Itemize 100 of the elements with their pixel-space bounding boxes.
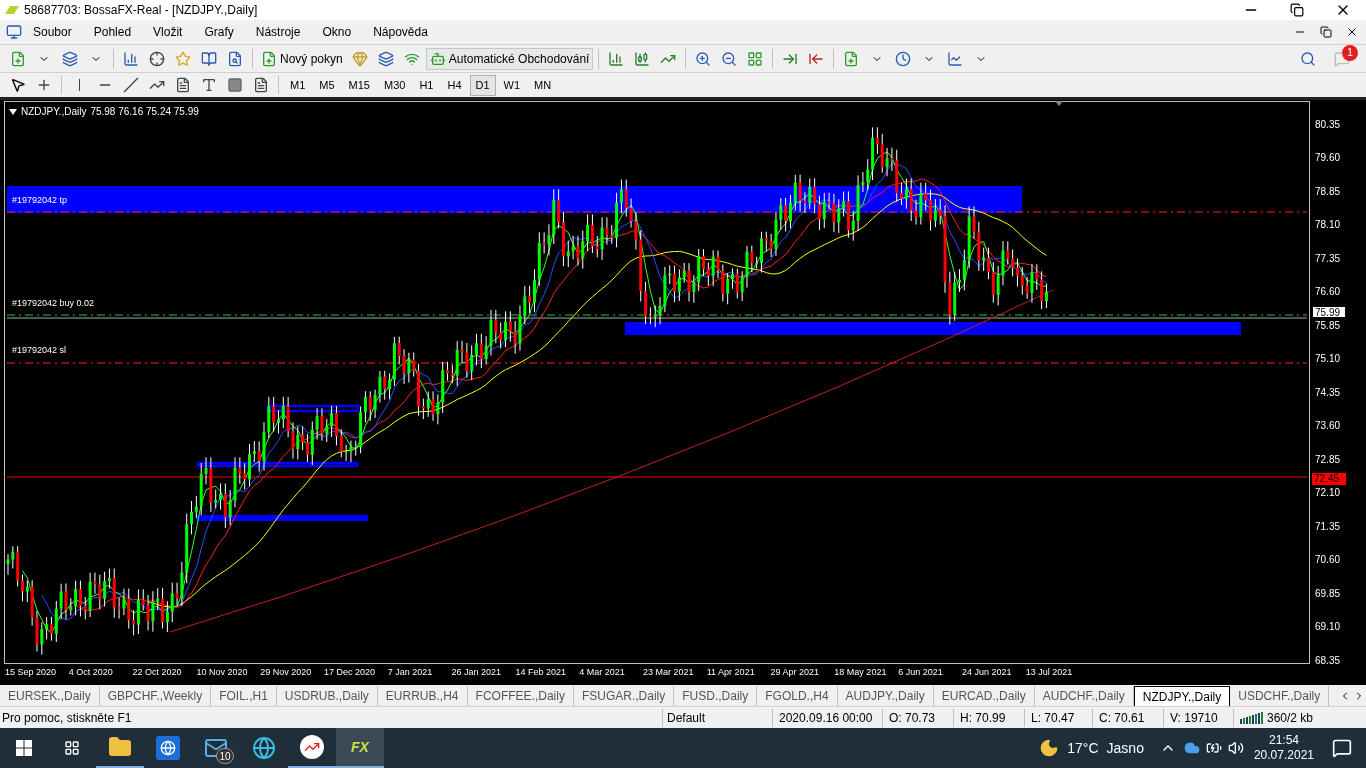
bar-chart-icon[interactable] [608, 50, 625, 67]
app-logo-icon [4, 5, 20, 15]
battery-icon[interactable] [1205, 740, 1222, 756]
price-label: 75.85 [1315, 319, 1341, 332]
connection-bars-icon [1240, 711, 1263, 724]
cloud-icon[interactable] [1183, 740, 1200, 756]
notification-badge: 1 [1342, 44, 1358, 61]
date-label: 4 Oct 2020 [67, 665, 114, 679]
moon-icon[interactable] [1039, 738, 1060, 758]
date-label: 4 Mar 2021 [578, 665, 626, 679]
order-label: #19792042 sl [12, 345, 67, 356]
chart-tab[interactable]: FUSD.,Daily [674, 686, 758, 706]
help-text: Pro pomoc, stiskněte F1 [0, 708, 663, 727]
menu-item[interactable]: Pohled [82, 23, 143, 41]
menu-item[interactable]: Okno [311, 23, 363, 41]
chart-tab[interactable]: USDRUB.,Daily [276, 686, 378, 706]
chart-tab[interactable]: NZDJPY.,Daily [1133, 686, 1231, 706]
clock-icon[interactable] [895, 50, 912, 67]
timeframe-button[interactable]: M30 [377, 74, 412, 96]
candlestick-icon[interactable] [634, 50, 651, 67]
chart-tab[interactable]: EURCAD.,Daily [933, 686, 1035, 706]
window-title: 58687703: BossaFX-Real - [NZDJPY.,Daily] [24, 2, 258, 19]
timeframe-button[interactable]: M15 [342, 74, 376, 96]
chart-tab[interactable]: EURSEK.,Daily [0, 686, 100, 706]
date-label: 7 Jan 2021 [386, 665, 434, 679]
order-label: #19792042 buy 0.02 [12, 298, 95, 309]
crosshair-icon[interactable] [36, 77, 52, 93]
add-indicator-icon[interactable] [843, 50, 860, 67]
timeframe-button[interactable]: H1 [413, 74, 440, 96]
robot-icon [429, 50, 446, 67]
bar-time: 2020.09.16 00:00 [773, 708, 883, 727]
book-icon[interactable] [201, 50, 217, 67]
zoom-in-icon[interactable] [695, 50, 712, 67]
date-label: 14 Feb 2021 [514, 665, 567, 679]
chart-tab[interactable]: GBPCHF.,Weekly [99, 686, 212, 706]
traffic-text: 360/2 kb [1267, 709, 1314, 727]
date-label: 13 Jul 2021 [1024, 665, 1074, 679]
price-label: 72.10 [1315, 487, 1341, 500]
menu-item[interactable]: Nápověda [362, 23, 439, 41]
price-label: 80.35 [1315, 118, 1341, 131]
price-label: 68.35 [1315, 654, 1341, 667]
timeframe-button[interactable]: M1 [284, 74, 312, 96]
chart-ohlc: 75.98 76.16 75.24 75.99 [90, 105, 199, 119]
timeframe-button[interactable]: M5 [313, 74, 341, 96]
chart-tab[interactable]: AUDCHF.,Daily [1034, 686, 1134, 706]
text-tool-icon[interactable] [201, 77, 217, 93]
clock-date[interactable]: 20.07.2021 [1253, 748, 1314, 763]
chart-tab[interactable]: USDCHF.,Daily [1230, 686, 1330, 706]
close-chart-button[interactable] [1346, 26, 1358, 38]
low-price: L: 70.47 [1025, 708, 1093, 727]
date-label: 6 Jun 2021 [897, 665, 944, 679]
new-order-button[interactable]: Nový pokyn [258, 47, 346, 70]
cursor-icon[interactable] [10, 77, 26, 93]
zoom-out-icon[interactable] [721, 50, 738, 67]
volume-icon[interactable] [1227, 740, 1244, 756]
restore-chart-button[interactable] [1320, 26, 1332, 38]
mail-icon[interactable] [204, 736, 228, 760]
date-label: 26 Jan 2021 [450, 665, 503, 679]
price-label: 71.35 [1315, 520, 1341, 533]
date-label: 11 Apr 2021 [705, 665, 756, 679]
temperature[interactable]: 17°C [1067, 737, 1099, 759]
restore-icon[interactable] [1290, 3, 1304, 17]
timeframe-button[interactable]: H4 [441, 74, 468, 96]
menu-item[interactable]: Soubor [22, 23, 83, 41]
chart-tab[interactable]: AUDJPY.,Daily [837, 686, 934, 706]
close-price: C: 70.61 [1093, 708, 1164, 727]
timeframe-button[interactable]: W1 [497, 74, 527, 96]
open-price: O: 70.73 [883, 708, 954, 727]
chart-tab[interactable]: FCOFFEE.,Daily [467, 686, 574, 706]
chart-tab[interactable]: FOIL.,H1 [211, 686, 277, 706]
auto-trading-button[interactable]: Automatické Obchodování [425, 47, 594, 70]
date-label: 15 Sep 2020 [4, 665, 58, 679]
collapse-icon[interactable] [9, 108, 17, 115]
new-chart-icon[interactable] [10, 50, 26, 67]
menu-item[interactable]: Nástroje [244, 23, 312, 41]
crosshair-icon[interactable] [149, 50, 165, 67]
trading-app-button[interactable]: FX [336, 728, 384, 768]
chart-tab[interactable]: FSUGAR.,Daily [573, 686, 675, 706]
document-icon[interactable] [6, 24, 22, 40]
trend-line-icon[interactable] [123, 77, 139, 93]
timeframe-button[interactable]: MN [528, 74, 558, 96]
tile-windows-icon[interactable] [747, 50, 764, 67]
clock-time[interactable]: 21:54 [1268, 733, 1299, 748]
price-tag: 72.45 [1312, 473, 1346, 485]
weather-text[interactable]: Jasno [1106, 737, 1144, 759]
chart-tab[interactable]: FGOLD.,H4 [757, 686, 838, 706]
chart-tab[interactable]: EURRUB.,H4 [377, 686, 468, 706]
price-tag: 75.99 [1312, 306, 1346, 318]
price-label: 69.85 [1315, 587, 1341, 600]
date-label: 10 Nov 2020 [195, 665, 249, 679]
notifications-icon[interactable] [1332, 738, 1352, 758]
search-icon[interactable] [1300, 50, 1316, 67]
timeframe-button[interactable]: D1 [469, 74, 496, 96]
menu-item[interactable]: Vložit [142, 23, 194, 41]
order-label: #19792042 tp [12, 195, 68, 206]
rectangle-icon[interactable] [227, 77, 243, 93]
profile-name: Default [663, 708, 773, 727]
menu-item[interactable]: Grafy [193, 23, 245, 41]
new-order-icon [261, 50, 277, 67]
date-label: 29 Apr 2021 [769, 665, 821, 679]
